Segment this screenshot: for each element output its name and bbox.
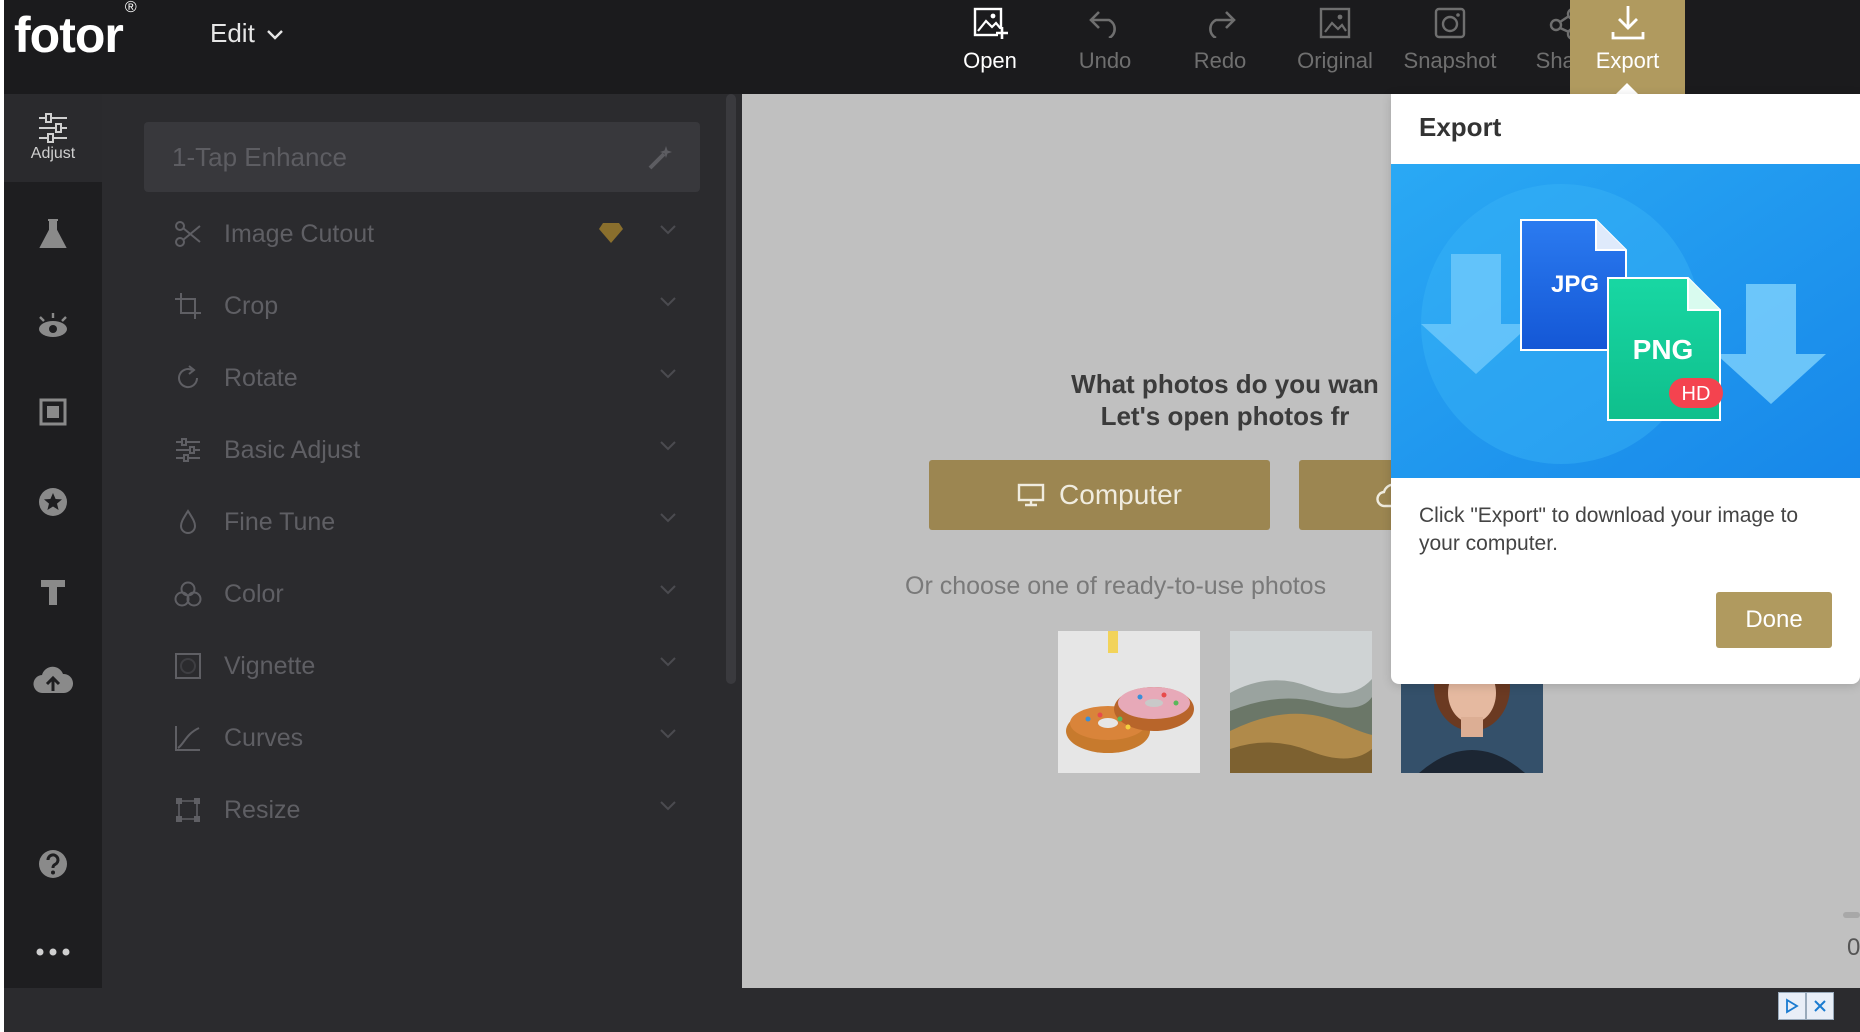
open-photos-prompt: What photos do you wan Let's open photos… [1071,369,1379,431]
zoom-slider-edge[interactable] [1843,912,1860,918]
resize-icon [168,790,208,830]
fotor-logo[interactable]: fotor ® [14,0,137,64]
export-description: Click "Export" to download your image to… [1419,504,1799,555]
one-tap-enhance-button[interactable]: 1-Tap Enhance [144,122,700,192]
star-badge-icon [39,488,67,516]
text-icon [41,580,65,605]
panel-item-color[interactable]: Color [144,564,700,624]
chevron-down-icon [660,441,676,451]
panel-item-image-cutout[interactable]: Image Cutout [144,204,700,264]
chevron-down-icon [660,297,676,307]
original-button[interactable]: Original [1279,0,1391,94]
rail-frames[interactable] [4,368,102,456]
panel-item-curves[interactable]: Curves [144,708,700,768]
premium-gem-icon [599,223,623,243]
chevron-down-icon [660,801,676,811]
image-add-icon [970,2,1010,44]
redo-icon [1200,2,1240,44]
vignette-icon [168,646,208,686]
rail-text[interactable] [4,548,102,636]
sample-photo-hills[interactable] [1230,631,1372,773]
open-from-computer-button[interactable]: Computer [929,460,1270,530]
edit-menu-label: Edit [210,18,255,48]
export-popup: Export JPG PNG HD Click "Export" to down… [1391,94,1860,684]
chevron-down-icon [660,729,676,739]
redo-button[interactable]: Redo [1164,0,1276,94]
fotor-editor: fotor ® Edit Open Undo Redo Original Sna… [0,0,1860,1032]
snapshot-button[interactable]: Snapshot [1394,0,1506,94]
open-button[interactable]: Open [934,0,1046,94]
rail-effects[interactable] [4,190,102,278]
png-badge: PNG [1633,334,1694,365]
jpg-badge: JPG [1551,271,1599,298]
close-ad-icon[interactable] [1806,992,1834,1020]
sliders-icon [168,430,208,470]
done-button[interactable]: Done [1716,592,1832,648]
cloud-upload-icon [33,666,73,694]
chevron-down-icon [660,657,676,667]
rotate-icon [168,358,208,398]
sample-photo-donuts[interactable] [1058,631,1200,773]
rail-adjust[interactable]: Adjust [4,94,102,182]
export-button[interactable]: Export [1570,0,1685,94]
chevron-down-icon [266,29,283,40]
rail-beauty[interactable] [4,280,102,368]
frame-icon [39,398,67,426]
export-popup-title: Export [1419,112,1502,142]
edit-menu[interactable]: Edit [210,18,285,49]
scissors-icon [168,214,208,254]
more-icon [36,948,70,956]
drop-icon [168,502,208,542]
monitor-icon [1017,483,1045,507]
bottom-ad-bar [4,988,1860,1032]
hd-badge: HD [1682,383,1711,405]
chevron-down-icon [660,513,676,523]
panel-item-rotate[interactable]: Rotate [144,348,700,408]
left-tool-rail: Adjust [4,94,102,988]
panel-item-basic-adjust[interactable]: Basic Adjust [144,420,700,480]
help-icon [39,850,67,878]
crop-icon [168,286,208,326]
rail-help[interactable] [4,820,102,908]
panel-item-crop[interactable]: Crop [144,276,700,336]
ad-choices[interactable] [1778,992,1834,1020]
curves-icon [168,718,208,758]
chevron-down-icon [660,585,676,595]
panel-item-resize[interactable]: Resize [144,780,700,840]
download-icon [1608,2,1648,44]
chevron-down-icon [660,225,676,235]
undo-icon [1085,2,1125,44]
chevron-down-icon [660,369,676,379]
camera-icon [1430,2,1470,44]
panel-item-fine-tune[interactable]: Fine Tune [144,492,700,552]
image-icon [1315,2,1355,44]
rail-stickers[interactable] [4,458,102,546]
sliders-icon [39,113,67,143]
export-illustration: JPG PNG HD [1391,164,1860,478]
rail-more[interactable] [4,908,102,996]
sample-photos-caption: Or choose one of ready-to-use photos [905,572,1327,600]
panel-scrollbar[interactable] [726,94,736,684]
color-circles-icon [168,574,208,614]
magic-wand-icon [648,146,672,170]
one-tap-enhance-label: 1-Tap Enhance [172,141,347,172]
adjust-panel: 1-Tap Enhance Image Cutout Crop Rotate B… [102,94,742,988]
flask-icon [39,219,67,248]
panel-item-vignette[interactable]: Vignette [144,636,700,696]
ad-choices-icon[interactable] [1778,992,1806,1020]
eye-icon [39,313,67,337]
rail-upload[interactable] [4,636,102,724]
zoom-value-edge: 0 [1847,934,1860,961]
undo-button[interactable]: Undo [1049,0,1161,94]
